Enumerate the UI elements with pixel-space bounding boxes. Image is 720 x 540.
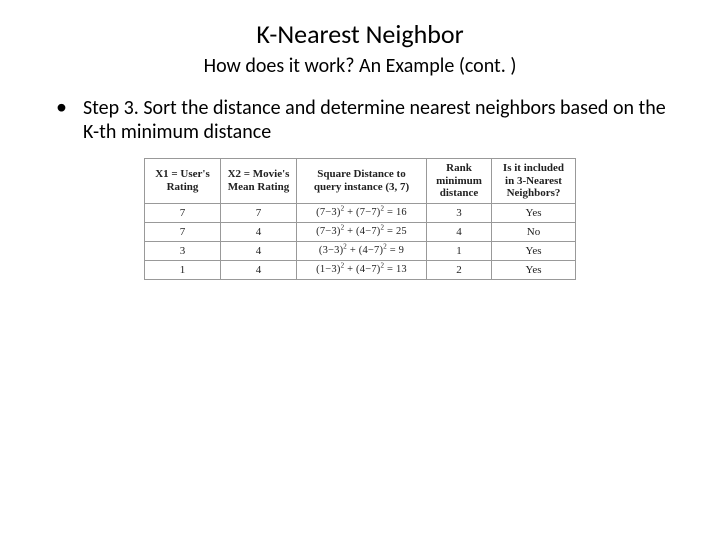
cell-x1: 3 (145, 241, 221, 260)
cell-dist: (1−3)2 + (4−7)2 = 13 (297, 260, 427, 279)
table-header-row: X1 = User's Rating X2 = Movie's Mean Rat… (145, 159, 576, 204)
cell-inc: Yes (492, 260, 576, 279)
cell-dist: (3−3)2 + (4−7)2 = 9 (297, 241, 427, 260)
table-row: 3 4 (3−3)2 + (4−7)2 = 9 1 Yes (145, 241, 576, 260)
th-x2: X2 = Movie's Mean Rating (221, 159, 297, 204)
cell-x1: 7 (145, 222, 221, 241)
cell-dist: (7−3)2 + (4−7)2 = 25 (297, 222, 427, 241)
bullet-item: • Step 3. Sort the distance and determin… (40, 96, 680, 144)
slide: K-Nearest Neighbor How does it work? An … (0, 0, 720, 540)
cell-inc: Yes (492, 241, 576, 260)
table-row: 1 4 (1−3)2 + (4−7)2 = 13 2 Yes (145, 260, 576, 279)
page-subtitle: How does it work? An Example (cont. ) (40, 54, 680, 78)
bullet-icon: • (56, 96, 67, 118)
bullet-text: Step 3. Sort the distance and determine … (83, 96, 680, 144)
cell-dist: (7−3)2 + (7−7)2 = 16 (297, 203, 427, 222)
cell-x2: 4 (221, 222, 297, 241)
cell-x1: 7 (145, 203, 221, 222)
th-x1: X1 = User's Rating (145, 159, 221, 204)
cell-rank: 1 (427, 241, 492, 260)
cell-x1: 1 (145, 260, 221, 279)
cell-inc: No (492, 222, 576, 241)
cell-inc: Yes (492, 203, 576, 222)
cell-rank: 2 (427, 260, 492, 279)
th-inc: Is it included in 3-Nearest Neighbors? (492, 159, 576, 204)
table-row: 7 4 (7−3)2 + (4−7)2 = 25 4 No (145, 222, 576, 241)
cell-x2: 7 (221, 203, 297, 222)
table-container: X1 = User's Rating X2 = Movie's Mean Rat… (40, 158, 680, 280)
page-title: K-Nearest Neighbor (40, 18, 680, 50)
cell-x2: 4 (221, 241, 297, 260)
cell-rank: 3 (427, 203, 492, 222)
th-dist: Square Distance to query instance (3, 7) (297, 159, 427, 204)
th-rank: Rank minimum distance (427, 159, 492, 204)
cell-rank: 4 (427, 222, 492, 241)
table-row: 7 7 (7−3)2 + (7−7)2 = 16 3 Yes (145, 203, 576, 222)
knn-table: X1 = User's Rating X2 = Movie's Mean Rat… (144, 158, 576, 280)
cell-x2: 4 (221, 260, 297, 279)
